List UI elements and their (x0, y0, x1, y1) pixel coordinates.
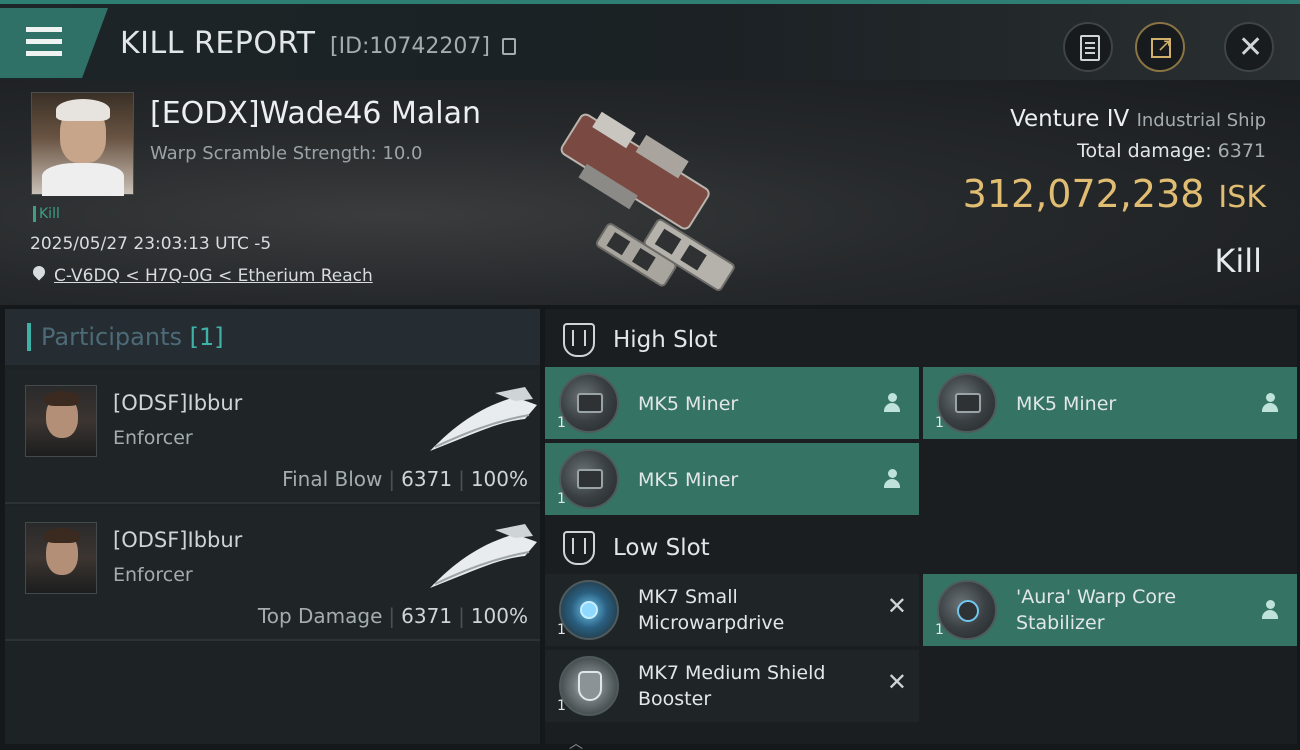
close-button[interactable]: ✕ (1224, 22, 1274, 72)
report-id: [ID:10742207] (330, 34, 490, 59)
module-quantity: 1 (935, 622, 944, 638)
module-quantity: 1 (557, 415, 566, 431)
high-slot-icon (563, 323, 595, 357)
participant-role: Final Blow (282, 467, 383, 491)
destroyed-x-icon: ✕ (886, 668, 907, 696)
participant-row[interactable]: [ODSF]Ibbur Enforcer Final Blow | 6371 | 100… (5, 369, 540, 504)
location-pin-icon (30, 263, 48, 281)
participants-header: Participants [1] (5, 309, 540, 365)
module-item[interactable]: 1 MK5 Miner (923, 367, 1297, 439)
kill-datetime: 2025/05/27 23:03:13 UTC -5 (30, 234, 272, 254)
victim-banner: [EODX]Wade46 Malan Warp Scramble Strengt… (0, 80, 1300, 305)
isk-amount: 312,072,238 (962, 172, 1205, 216)
enforcer-ship-icon (430, 524, 537, 588)
dropped-person-icon (883, 393, 901, 413)
miner-module-icon (559, 373, 619, 433)
destroyed-x-icon: ✕ (886, 592, 907, 620)
scroll-more-chevron-icon[interactable]: ︿ (569, 733, 583, 750)
module-item[interactable]: 1 MK5 Miner (545, 443, 919, 515)
kill-location-link[interactable]: C-V6DQ < H7Q-0G < Etherium Reach (54, 266, 373, 286)
module-name: 'Aura' Warp Core Stabilizer (1016, 586, 1177, 634)
ship-class: Industrial Ship (1136, 110, 1266, 131)
result-label: Kill (1214, 242, 1262, 280)
victim-ship-image (560, 111, 735, 291)
module-item[interactable]: 1 MK5 Miner (545, 367, 919, 439)
victim-portrait[interactable] (31, 92, 134, 196)
module-quantity: 1 (557, 622, 566, 638)
enforcer-ship-icon (430, 387, 537, 451)
miner-module-icon (559, 449, 619, 509)
ship-name: Venture IV (1010, 106, 1130, 132)
shield-booster-module-icon (559, 656, 619, 716)
module-item[interactable]: 1 MK7 Medium Shield Booster ✕ (545, 650, 919, 722)
module-name: MK5 Miner (638, 393, 739, 415)
kill-report-header: KILL REPORT [ID:10742207] ↗ ✕ (0, 0, 1300, 80)
total-damage: Total damage: 6371 (1077, 140, 1266, 162)
module-name: MK7 Small Microwarpdrive (638, 586, 785, 634)
participant-percent: 100% (470, 604, 528, 628)
low-slot-label: Low Slot (613, 535, 710, 561)
module-item[interactable]: 1 'Aura' Warp Core Stabilizer (923, 574, 1297, 646)
miner-module-icon (937, 373, 997, 433)
participant-damage: 6371 (401, 467, 453, 491)
dropped-person-icon (1261, 393, 1279, 413)
copy-id-icon[interactable] (502, 38, 516, 55)
close-icon: ✕ (1238, 30, 1264, 65)
victim-ship[interactable]: Venture IV Industrial Ship (1010, 106, 1266, 132)
participant-role: Top Damage (257, 604, 383, 628)
module-quantity: 1 (935, 415, 944, 431)
high-slot-header: High Slot (545, 313, 1297, 368)
participant-stats: Top Damage | 6371 | 100% (257, 604, 528, 628)
total-damage-value: 6371 (1217, 140, 1266, 162)
participant-name: [ODSF]Ibbur (113, 391, 243, 415)
participant-row[interactable]: [ODSF]Ibbur Enforcer Top Damage | 6371 | 100… (5, 506, 540, 641)
clipboard-icon (1080, 35, 1100, 61)
participant-ship: Enforcer (113, 564, 193, 586)
menu-icon (26, 27, 62, 32)
warp-core-stabilizer-icon (937, 580, 997, 640)
participant-percent: 100% (470, 467, 528, 491)
participant-avatar[interactable] (25, 522, 97, 594)
clipboard-button[interactable] (1063, 22, 1113, 72)
dropped-person-icon (883, 469, 901, 489)
participant-avatar[interactable] (25, 385, 97, 457)
warp-scramble-strength: Warp Scramble Strength: 10.0 (150, 143, 423, 164)
page-title: KILL REPORT (120, 26, 316, 61)
module-item[interactable]: 1 MK7 Small Microwarpdrive ✕ (545, 574, 919, 646)
high-slot-label: High Slot (613, 327, 718, 353)
menu-button[interactable] (0, 8, 108, 78)
module-quantity: 1 (557, 491, 566, 507)
low-slot-header: Low Slot (545, 521, 1297, 576)
isk-value: 312,072,238 ISK (963, 172, 1266, 216)
kill-tag: Kill (33, 206, 60, 222)
participant-name: [ODSF]Ibbur (113, 528, 243, 552)
isk-unit: ISK (1218, 180, 1266, 215)
victim-name[interactable]: [EODX]Wade46 Malan (150, 96, 481, 131)
participant-stats: Final Blow | 6371 | 100% (282, 467, 528, 491)
module-quantity: 1 (557, 698, 566, 714)
dropped-person-icon (1261, 600, 1279, 620)
participants-panel: Participants [1] [ODSF]Ibbur Enforcer Fi… (5, 309, 540, 744)
participant-damage: 6371 (401, 604, 453, 628)
module-name: MK5 Miner (638, 469, 739, 491)
share-button[interactable]: ↗ (1135, 22, 1185, 72)
participant-ship: Enforcer (113, 427, 193, 449)
low-slot-icon (563, 531, 595, 565)
total-damage-label: Total damage: (1077, 140, 1212, 162)
microwarpdrive-module-icon (559, 580, 619, 640)
fitting-panel: High Slot 1 MK5 Miner 1 MK5 Miner 1 MK5 … (545, 309, 1297, 750)
participants-count: [1] (189, 323, 224, 351)
participants-title: Participants [1] (27, 323, 224, 351)
module-name: MK5 Miner (1016, 393, 1117, 415)
module-name: MK7 Medium Shield Booster (638, 662, 826, 710)
